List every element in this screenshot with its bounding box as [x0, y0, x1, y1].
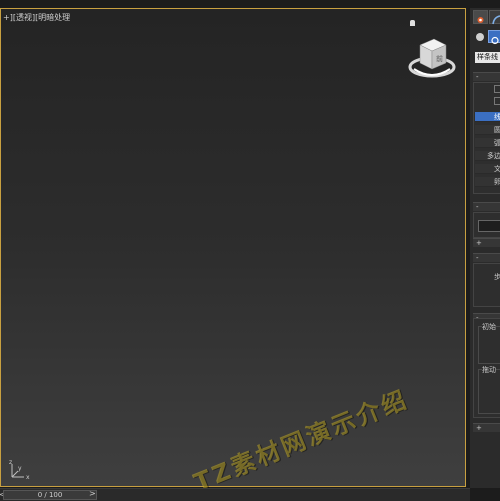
polygon-button[interactable]: 多边 [475, 151, 500, 161]
command-panel: 样条线 - 线 圆 弧 多边 文 卵 - + - 步 - 初始 拖动 + [470, 8, 500, 488]
watermark-text: TZ素材网演示介绍 [190, 384, 413, 497]
initial-type-group: 初始 [478, 322, 500, 364]
egg-button[interactable]: 卵 [475, 177, 500, 187]
object-name-field[interactable] [478, 220, 500, 232]
creation-method-rollout: 初始 拖动 [473, 318, 500, 418]
sphere-icon[interactable] [475, 32, 485, 42]
line-button[interactable]: 线 [475, 112, 500, 122]
axis-y-label: y [18, 465, 22, 472]
start-new-shape-checkbox[interactable] [494, 85, 500, 93]
viewcube-icon[interactable]: 前 [406, 31, 458, 83]
circle-button[interactable]: 圆 [475, 125, 500, 135]
text-button[interactable]: 文 [475, 164, 500, 174]
viewcube-face-label: 前 [436, 54, 443, 63]
timeline-bar[interactable]: < 0 / 100 > [0, 488, 470, 501]
axis-gizmo-icon: x y z [9, 459, 30, 481]
interpolation-rollout: 步 [473, 263, 500, 307]
interpolation-rollout-toggle[interactable]: - [473, 253, 500, 262]
viewport-label[interactable]: +][透视][明暗处理 [3, 12, 70, 23]
timeline-next-button[interactable]: > [89, 489, 96, 498]
rendering-rollout-toggle[interactable]: + [473, 238, 500, 247]
perspective-viewport[interactable]: +][透视][明暗处理 前 x y z TZ素材网演示介绍 [0, 8, 466, 497]
object-type-rollout-toggle[interactable]: - [473, 72, 500, 81]
name-color-rollout [473, 212, 500, 238]
light-icon [410, 20, 415, 26]
axis-z-label: z [9, 459, 12, 466]
modify-tab-icon[interactable] [489, 10, 500, 25]
shapes-icon[interactable] [488, 30, 500, 45]
create-tab-icon[interactable] [473, 10, 488, 24]
drag-type-label: 拖动 [482, 365, 496, 375]
drag-type-group: 拖动 [478, 365, 500, 414]
object-type-dropdown[interactable]: 样条线 [475, 52, 500, 63]
keyboard-entry-rollout-toggle[interactable]: + [473, 423, 500, 432]
time-slider[interactable]: 0 / 100 [3, 490, 97, 500]
name-color-rollout-toggle[interactable]: - [473, 202, 500, 211]
axis-x-label: x [26, 474, 30, 481]
arc-button[interactable]: 弧 [475, 138, 500, 148]
autogrid-checkbox[interactable] [494, 97, 500, 105]
initial-type-label: 初始 [482, 322, 496, 332]
steps-label: 步 [494, 273, 500, 281]
